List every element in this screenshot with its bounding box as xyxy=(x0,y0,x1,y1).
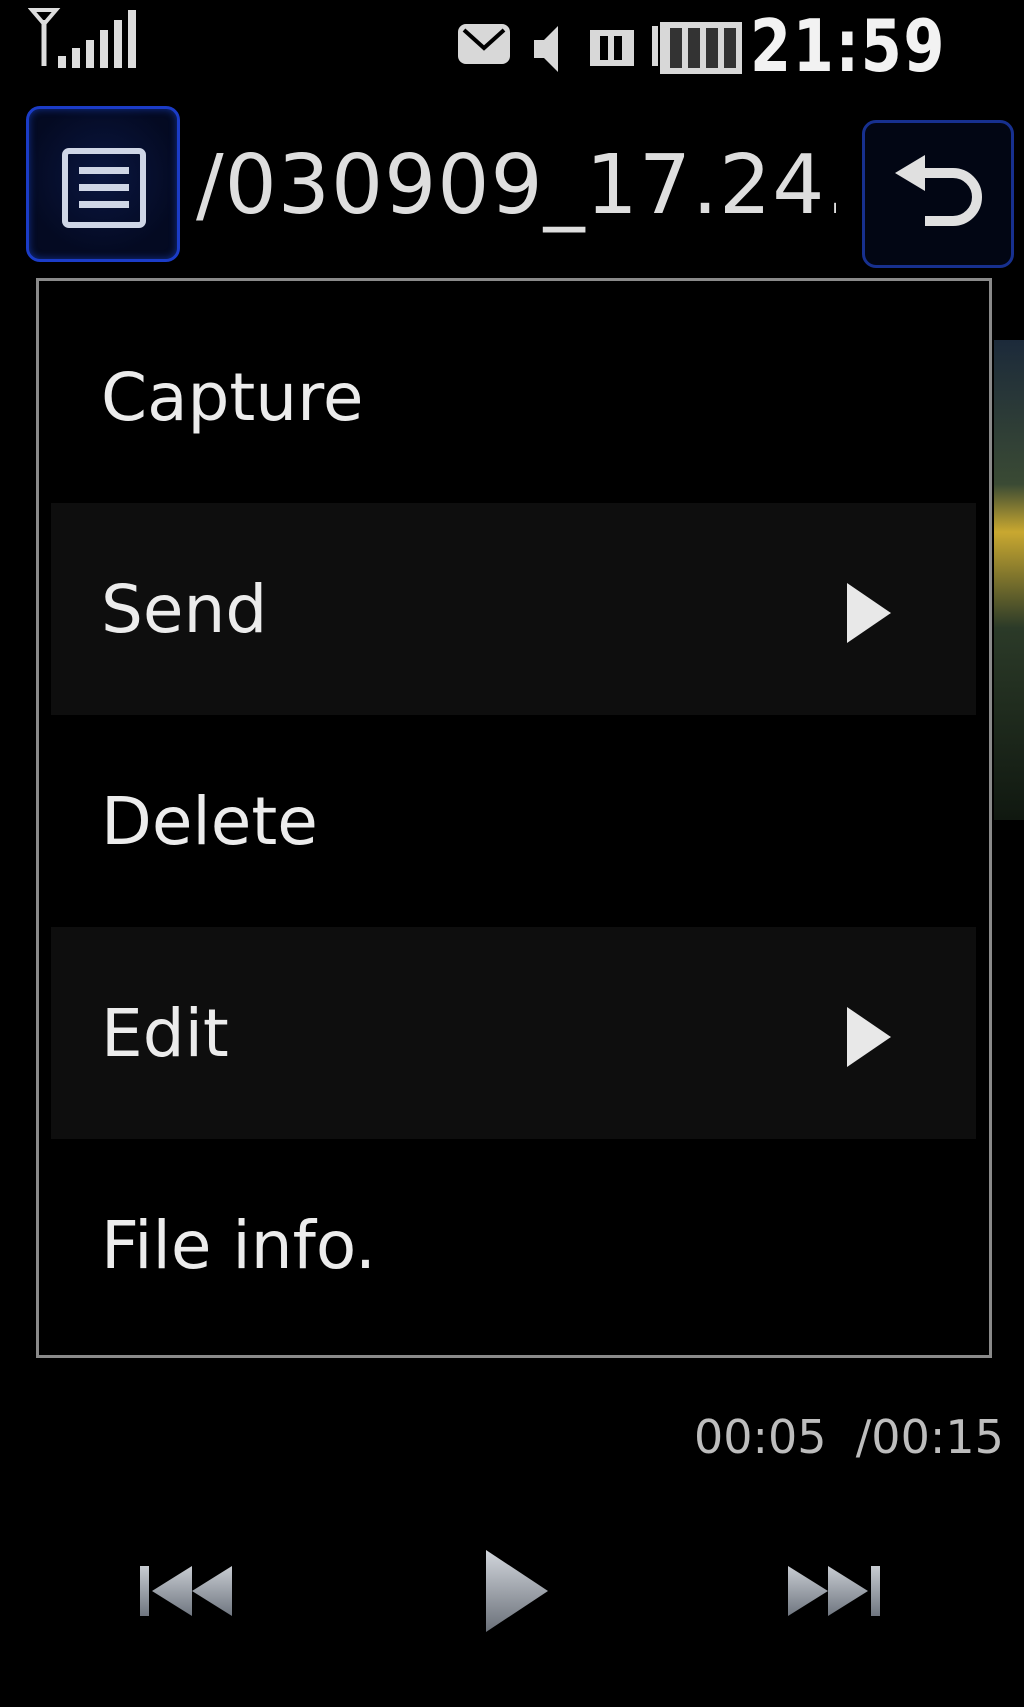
menu-item-capture[interactable]: Capture xyxy=(51,291,976,503)
playback-time: 00:05 /00:15 xyxy=(694,1410,1004,1464)
status-bar: 21:59 xyxy=(0,0,1024,90)
background-video-frame xyxy=(994,340,1024,820)
file-title: /030909_17.24. xyxy=(196,138,836,233)
battery-icon xyxy=(652,22,742,74)
submenu-arrow-icon xyxy=(847,1007,891,1067)
menu-item-label: File info. xyxy=(101,1207,377,1284)
menu-item-edit[interactable]: Edit xyxy=(51,927,976,1139)
menu-item-file-info[interactable]: File info. xyxy=(51,1139,976,1351)
clock: 21:59 xyxy=(750,4,947,88)
speaker-icon xyxy=(534,26,558,72)
menu-item-delete[interactable]: Delete xyxy=(51,715,976,927)
status-icons xyxy=(458,22,742,74)
back-button[interactable] xyxy=(862,120,1014,268)
menu-item-label: Capture xyxy=(101,359,364,436)
menu-item-send[interactable]: Send xyxy=(51,503,976,715)
menu-item-label: Delete xyxy=(101,783,318,860)
memory-card-icon xyxy=(590,30,634,66)
context-menu: Capture Send Delete Edit File info. xyxy=(36,278,992,1358)
next-icon[interactable] xyxy=(782,1560,886,1622)
play-icon[interactable] xyxy=(480,1546,552,1636)
menu-button[interactable] xyxy=(26,106,180,262)
signal-icon xyxy=(28,8,136,68)
submenu-arrow-icon xyxy=(847,583,891,643)
message-icon xyxy=(458,24,510,64)
menu-item-label: Send xyxy=(101,571,268,648)
menu-item-label: Edit xyxy=(101,995,229,1072)
back-arrow-icon xyxy=(895,155,982,226)
previous-icon[interactable] xyxy=(136,1560,240,1622)
menu-list-icon xyxy=(62,148,146,228)
